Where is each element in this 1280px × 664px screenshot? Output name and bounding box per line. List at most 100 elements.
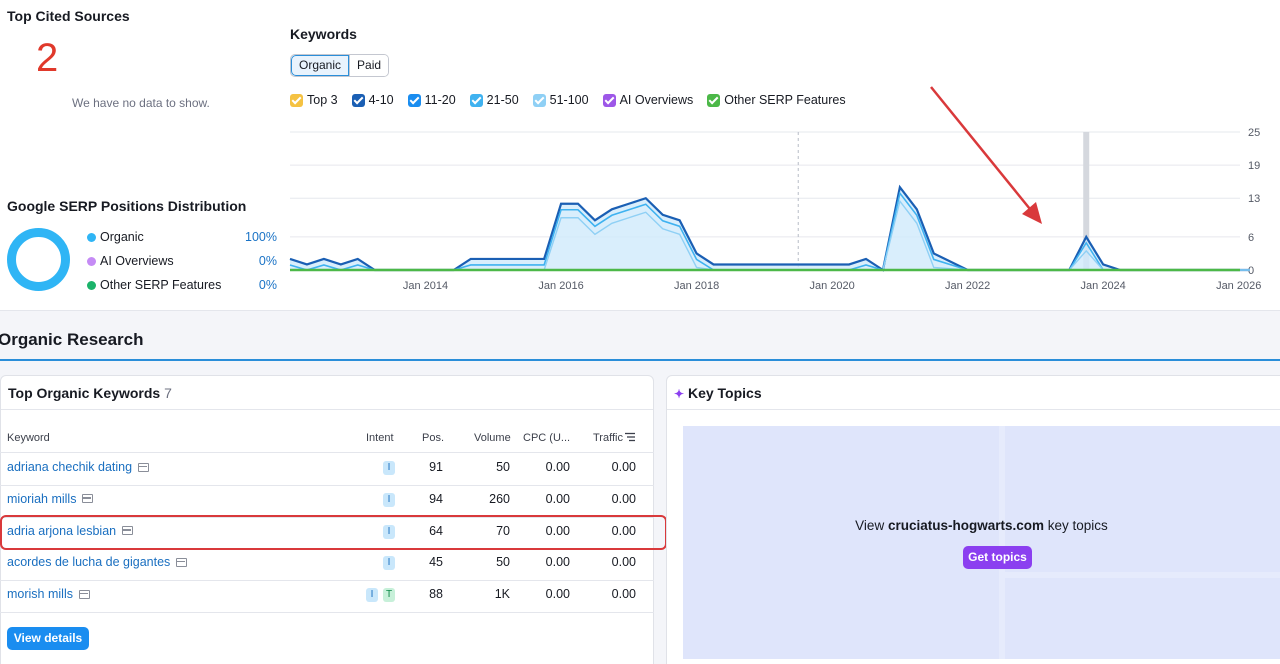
checkbox-icon <box>707 93 721 107</box>
overview-panel: Top Cited Sources 2 We have no data to s… <box>0 0 1280 311</box>
checkbox-icon <box>602 93 616 107</box>
intent-badge: I <box>366 588 378 603</box>
legend-ai-overviews[interactable]: AI Overviews <box>602 93 693 107</box>
column-volume[interactable]: Volume <box>474 432 511 444</box>
legend-label: Other SERP Features <box>724 93 846 107</box>
column-intent[interactable]: Intent <box>366 432 394 444</box>
highlight-box <box>0 515 667 550</box>
y-tick-label: 13 <box>1248 193 1260 205</box>
traffic-value: 0.00 <box>611 460 636 474</box>
get-topics-button[interactable]: Get topics <box>963 546 1032 569</box>
sort-icon[interactable] <box>624 432 636 442</box>
checkbox-icon <box>351 93 365 107</box>
keyword-link[interactable]: morish mills <box>7 587 90 601</box>
distribution-label: AI Overviews <box>100 254 174 268</box>
position-value: 91 <box>429 460 443 474</box>
intent-badge: I <box>383 461 395 475</box>
keyword-text[interactable]: mioriah mills <box>7 492 76 506</box>
x-tick-label: Jan 2022 <box>945 280 990 292</box>
serp-features-icon[interactable] <box>82 494 94 504</box>
volume-value: 50 <box>496 460 510 474</box>
legend-other-serp[interactable]: Other SERP Features <box>707 93 846 107</box>
organic-dot-icon <box>87 233 96 242</box>
key-topics-title: Key Topics <box>687 385 762 401</box>
keyword-text[interactable]: adriana chechik dating <box>7 460 132 474</box>
row-divider <box>0 612 654 613</box>
column-keyword[interactable]: Keyword <box>7 432 50 444</box>
checkbox-icon <box>469 93 483 107</box>
view-details-button[interactable]: View details <box>7 627 89 650</box>
row-divider <box>0 580 654 582</box>
top-keywords-title: Top Organic Keywords <box>8 385 161 401</box>
column-position[interactable]: Pos. <box>422 432 444 444</box>
distribution-label: Organic <box>100 230 144 244</box>
distribution-label: Other SERP Features <box>100 278 222 292</box>
serp-features-icon[interactable] <box>176 557 188 567</box>
traffic-value: 0.00 <box>611 587 636 602</box>
sparkle-icon: ✦ <box>674 387 685 401</box>
volume-value: 50 <box>496 555 510 570</box>
keyword-text[interactable]: morish mills <box>7 587 73 601</box>
message-suffix: key topics <box>1047 518 1108 533</box>
serp-distribution-donut <box>7 228 70 291</box>
checkbox-icon <box>290 93 303 107</box>
serp-features-icon[interactable] <box>138 462 150 472</box>
legend-11-20[interactable]: 11-20 <box>407 93 456 107</box>
keyword-link[interactable]: mioriah mills <box>7 492 94 506</box>
cited-sources-count: 2 <box>36 36 59 80</box>
column-traffic[interactable]: Traffic <box>593 432 623 444</box>
table-divider <box>0 452 654 453</box>
legend-51-100[interactable]: 51-100 <box>532 93 589 107</box>
legend-label: 51-100 <box>549 93 589 107</box>
serp-distribution-title: Google SERP Positions Distribution <box>7 198 247 214</box>
distribution-organic: Organic 100% <box>87 229 277 247</box>
distribution-value[interactable]: 100% <box>245 230 277 244</box>
other-serp-dot-icon <box>87 281 96 290</box>
legend-21-50[interactable]: 21-50 <box>469 93 519 107</box>
series-line-tertiary <box>290 199 1250 271</box>
key-topics-header: ✦ Key Topics <box>667 376 1280 410</box>
message-prefix: View <box>855 518 885 533</box>
organic-research-title: Organic Research <box>0 330 144 349</box>
topics-domain: cruciatus-hogwarts.com <box>887 518 1045 533</box>
column-cpc[interactable]: CPC (U... <box>523 432 570 444</box>
position-value: 45 <box>429 555 443 570</box>
tab-paid[interactable]: Paid <box>349 55 389 76</box>
topic-tile <box>683 426 999 659</box>
intent-badge: T <box>383 588 395 603</box>
ai-overviews-dot-icon <box>87 257 96 266</box>
y-tick-label: 6 <box>1248 232 1254 244</box>
volume-value: 260 <box>489 491 510 506</box>
legend-top-3[interactable]: Top 3 <box>290 93 338 107</box>
legend-4-10[interactable]: 4-10 <box>351 93 394 107</box>
tab-organic[interactable]: Organic <box>291 55 350 76</box>
row-divider <box>0 484 654 486</box>
position-value: 88 <box>429 587 443 602</box>
key-topics-message: View cruciatus-hogwarts.com key topics <box>683 518 1280 533</box>
x-tick-label: Jan 2014 <box>403 280 448 292</box>
y-tick-label: 25 <box>1248 127 1260 139</box>
position-value: 94 <box>429 491 443 506</box>
chart-legend: Top 3 4-10 11-20 21-50 51-100 AI Overvie… <box>290 93 846 107</box>
serp-features-icon[interactable] <box>78 589 90 599</box>
keyword-text[interactable]: acordes de lucha de gigantes <box>7 555 170 569</box>
x-tick-label: Jan 2026 <box>1216 280 1261 292</box>
legend-label: 4-10 <box>368 93 394 107</box>
legend-label: 21-50 <box>486 93 519 107</box>
cpc-value: 0.00 <box>545 460 570 474</box>
topic-tile <box>1005 578 1280 659</box>
distribution-other-serp: Other SERP Features 0% <box>87 277 277 295</box>
x-tick-label: Jan 2018 <box>674 280 719 292</box>
x-tick-label: Jan 2024 <box>1081 280 1126 292</box>
top-keywords-header: Top Organic Keywords 7 <box>1 376 653 410</box>
series-line-secondary <box>289 191 1250 272</box>
cpc-value: 0.00 <box>545 587 570 602</box>
keyword-link[interactable]: acordes de lucha de gigantes <box>7 555 188 569</box>
keyword-link[interactable]: adriana chechik dating <box>7 460 150 474</box>
organic-paid-toggle: Organic Paid <box>290 54 390 77</box>
cpc-value: 0.00 <box>545 491 570 506</box>
distribution-value[interactable]: 0% <box>259 278 277 292</box>
section-divider <box>0 359 1280 361</box>
keywords-chart[interactable]: 25191360Jan 2014 Jan 2016 Jan 2018 Jan 2020… <box>280 120 1280 300</box>
distribution-value[interactable]: 0% <box>259 254 277 268</box>
